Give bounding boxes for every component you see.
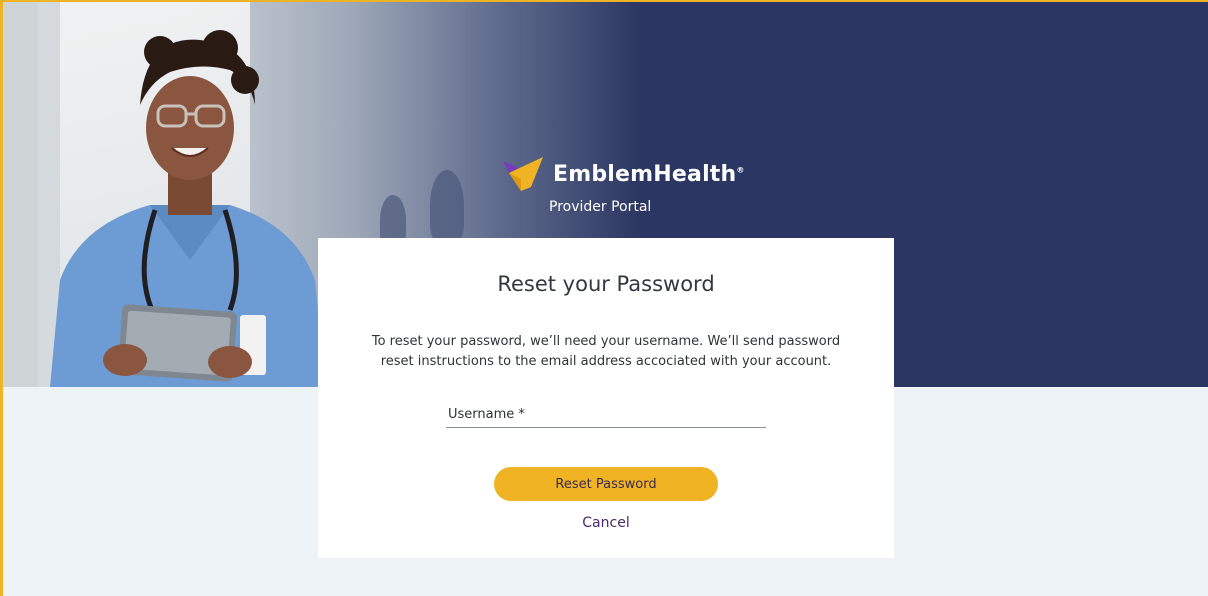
photo-pillar: [0, 0, 38, 387]
registered-mark: ®: [736, 165, 745, 175]
brand-name-text: EmblemHealth: [553, 161, 737, 187]
photo-background-person: [430, 170, 464, 240]
page-title: Reset your Password: [497, 272, 715, 296]
cancel-link[interactable]: Cancel: [318, 515, 894, 531]
reset-instructions-text: To reset your password, we’ll need your …: [371, 334, 841, 369]
brand-name: EmblemHealth®: [553, 162, 745, 187]
username-field-wrapper: [446, 402, 766, 428]
reset-password-card: Reset your Password To reset your passwo…: [318, 238, 894, 558]
reset-password-button[interactable]: Reset Password: [494, 467, 718, 501]
nurse-photo: [50, 30, 325, 387]
portal-subtitle: Provider Portal: [549, 199, 652, 215]
emblemhealth-logo-icon: [503, 157, 543, 191]
emblemhealth-logo: EmblemHealth®: [503, 157, 745, 191]
username-input[interactable]: [446, 402, 766, 427]
